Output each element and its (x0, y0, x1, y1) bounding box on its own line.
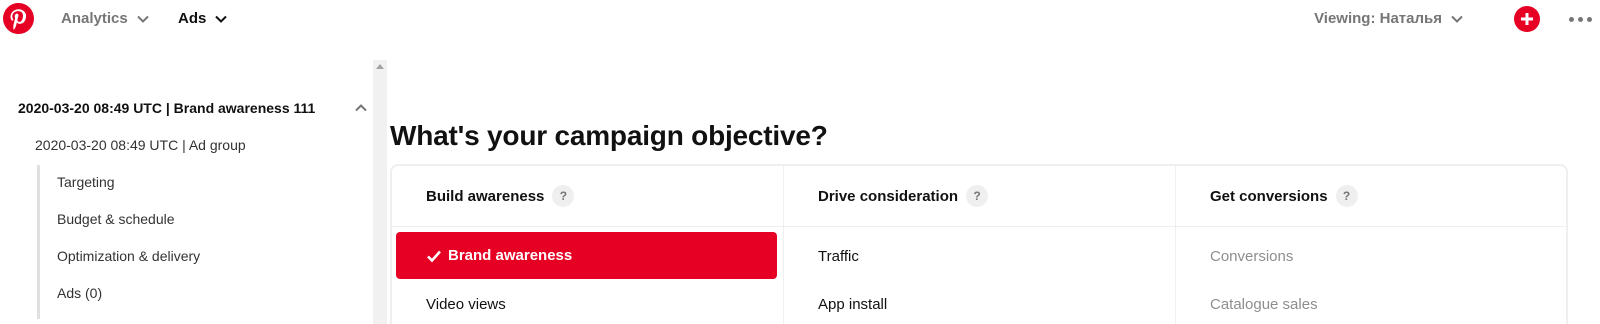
sidebar-item-targeting[interactable]: Targeting (57, 174, 115, 190)
chevron-up-icon[interactable] (354, 101, 368, 115)
objective-option-video-views[interactable]: Video views (426, 296, 506, 313)
column-header: Drive consideration ? (784, 166, 1175, 227)
column-header-label: Drive consideration (818, 187, 959, 205)
pinterest-logo-icon[interactable] (3, 3, 34, 34)
more-dot (1586, 16, 1592, 22)
checkmark-icon (427, 250, 441, 262)
sidebar-item-optimization-delivery[interactable]: Optimization & delivery (57, 248, 200, 264)
objective-option-brand-awareness[interactable]: Brand awareness (396, 232, 777, 279)
nav-ads-label: Ads (178, 10, 207, 27)
objective-option-conversions: Conversions (1210, 248, 1294, 265)
help-icon[interactable]: ? (552, 185, 575, 207)
help-icon[interactable]: ? (1335, 185, 1358, 207)
sidebar-divider (37, 165, 40, 319)
sidebar-item-budget-schedule[interactable]: Budget & schedule (57, 211, 175, 227)
nav-ads[interactable]: Ads (178, 10, 228, 27)
plus-icon (1521, 13, 1533, 25)
campaign-sidebar: 2020-03-20 08:49 UTC | Brand awareness 1… (0, 60, 372, 324)
column-header: Get conversions ? (1176, 166, 1568, 227)
scroll-up-arrow-icon[interactable] (376, 64, 384, 69)
sidebar-campaign[interactable]: 2020-03-20 08:49 UTC | Brand awareness 1… (18, 100, 368, 116)
objective-column-drive-consideration: Drive consideration ? Traffic App instal… (783, 166, 1175, 324)
help-icon[interactable]: ? (966, 185, 989, 207)
chevron-down-icon (136, 15, 149, 23)
column-header-label: Get conversions (1210, 187, 1328, 205)
objective-option-catalogue-sales: Catalogue sales (1210, 296, 1318, 313)
nav-analytics[interactable]: Analytics (61, 10, 150, 27)
column-header: Build awareness ? (392, 166, 783, 227)
viewing-account-selector[interactable]: Viewing: Наталья (1314, 10, 1464, 27)
more-icon[interactable] (1566, 9, 1594, 29)
sidebar-campaign-label: 2020-03-20 08:49 UTC | Brand awareness 1… (18, 100, 316, 116)
column-header-label: Build awareness (426, 187, 545, 205)
sidebar-adgroup[interactable]: 2020-03-20 08:49 UTC | Ad group (35, 137, 246, 153)
sidebar-item-ads[interactable]: Ads (0) (57, 285, 102, 301)
more-dot (1568, 16, 1574, 22)
chevron-down-icon (1451, 15, 1463, 23)
objective-option-label: Brand awareness (448, 247, 573, 264)
objective-column-build-awareness: Build awareness ? Brand awareness Video … (392, 166, 783, 324)
objective-option-traffic[interactable]: Traffic (818, 248, 859, 265)
objective-option-app-install[interactable]: App install (818, 296, 887, 313)
chevron-down-icon (215, 15, 228, 23)
page-title: What's your campaign objective? (390, 120, 828, 151)
more-dot (1577, 16, 1583, 22)
objective-column-get-conversions: Get conversions ? Conversions Catalogue … (1175, 166, 1568, 324)
create-button[interactable] (1514, 6, 1540, 32)
nav-analytics-label: Analytics (61, 10, 128, 27)
viewing-label: Viewing: Наталья (1314, 10, 1442, 27)
campaign-objective-picker: Build awareness ? Brand awareness Video … (390, 164, 1568, 324)
top-nav: Analytics Ads Viewing: Наталья (0, 0, 1600, 40)
sidebar-scrollbar[interactable] (373, 60, 387, 324)
